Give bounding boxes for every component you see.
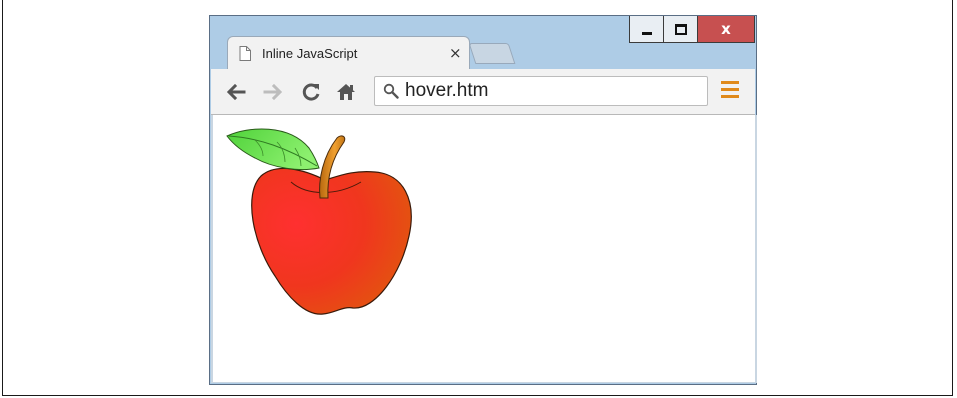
forward-button[interactable] (260, 79, 286, 105)
maximize-icon (674, 23, 687, 35)
page-viewport (211, 115, 757, 383)
search-icon (383, 83, 399, 104)
toolbar (211, 69, 755, 115)
window-controls: x (629, 16, 755, 44)
forward-arrow-icon (263, 84, 283, 100)
maximize-button[interactable] (663, 16, 697, 43)
home-button[interactable] (333, 79, 359, 105)
home-icon (337, 84, 355, 100)
close-icon: x (721, 20, 731, 38)
back-arrow-icon (226, 84, 246, 100)
minimize-button[interactable] (629, 16, 663, 43)
address-bar[interactable] (374, 76, 708, 106)
reload-button[interactable] (298, 79, 324, 105)
tab-close-icon[interactable]: × (449, 44, 462, 62)
tab-active[interactable]: Inline JavaScript × (227, 36, 470, 69)
page-icon (239, 46, 251, 66)
tab-title: Inline JavaScript (262, 46, 358, 61)
address-input[interactable] (405, 80, 695, 102)
minimize-icon (641, 31, 652, 35)
browser-window: x Inline JavaScript × (209, 15, 757, 385)
hamburger-menu-icon[interactable] (721, 81, 739, 101)
reload-icon (302, 83, 320, 101)
back-button[interactable] (223, 79, 249, 105)
close-window-button[interactable]: x (697, 16, 755, 43)
new-tab-button[interactable] (468, 43, 516, 64)
apple-image[interactable] (225, 124, 425, 320)
